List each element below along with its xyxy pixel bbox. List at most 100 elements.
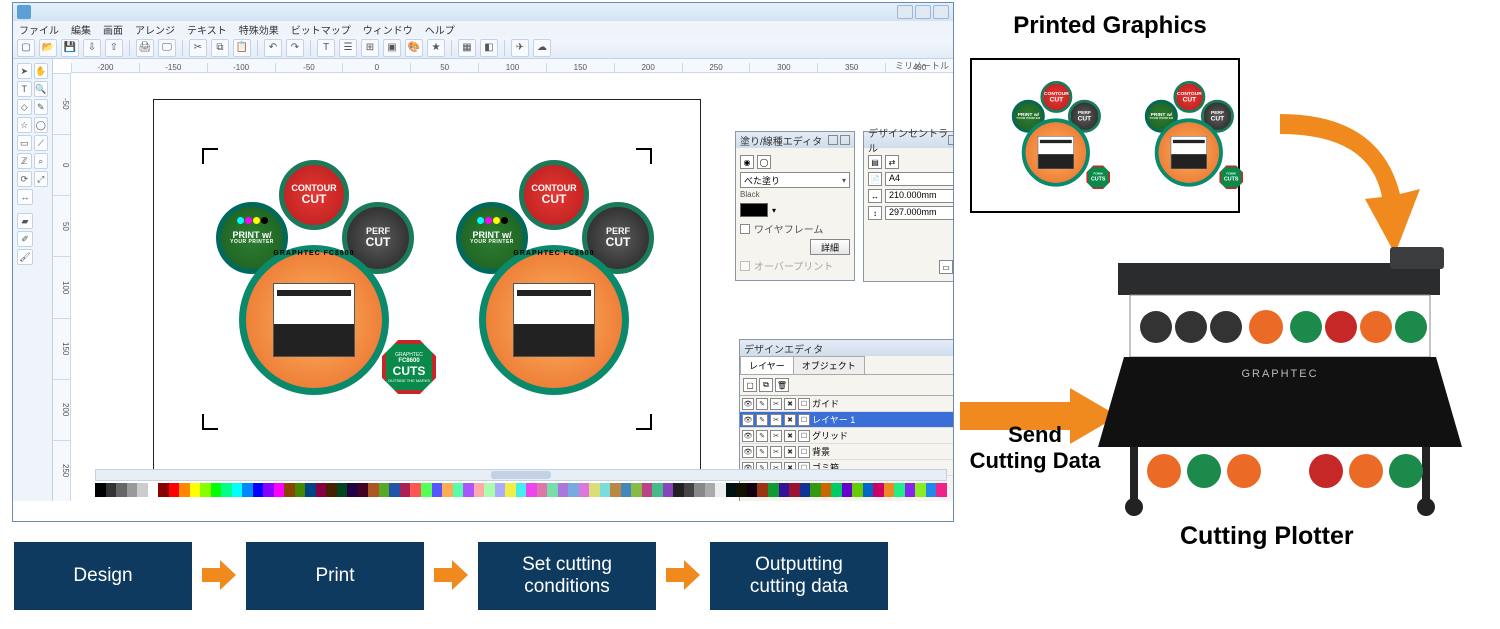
z-tool-icon[interactable]: ℤ [17,153,32,169]
pen-tool-icon[interactable]: ✎ [34,99,49,115]
cut-layer-icon[interactable]: ✖ [784,446,796,458]
fill-mode-select[interactable]: べた塗り [740,172,850,188]
export-icon[interactable]: ⇧ [105,39,123,57]
open-icon[interactable]: 📂 [39,39,57,57]
color-swatch[interactable] [316,483,327,497]
color-swatch[interactable] [305,483,316,497]
color-swatch[interactable] [631,483,642,497]
wireframe-checkbox[interactable] [740,224,750,234]
color-swatch[interactable] [253,483,264,497]
color-swatch[interactable] [800,483,811,497]
type-icon[interactable]: ☐ [798,446,810,458]
artwork-group[interactable]: CONTOUR CUT PRINT w/ YOUR PRINTER PERF C… [434,160,674,400]
text-palette-icon[interactable]: T [317,39,335,57]
color-swatch[interactable] [453,483,464,497]
color-swatch[interactable] [736,483,747,497]
color-swatch[interactable] [537,483,548,497]
height-field[interactable]: 297.000mm [885,206,953,220]
width-field[interactable]: 210.000mm [885,189,953,203]
color-swatch[interactable] [821,483,832,497]
color-swatch[interactable] [368,483,379,497]
color-swatch[interactable] [389,483,400,497]
panel-collapse-icon[interactable] [828,135,838,145]
color-swatch[interactable] [148,483,159,497]
color-swatch[interactable] [926,483,937,497]
redo-icon[interactable]: ↷ [286,39,304,57]
color-swatch[interactable] [852,483,863,497]
color-swatch[interactable] [232,483,243,497]
lock-icon[interactable]: ✎ [756,414,768,426]
color-swatch[interactable] [905,483,916,497]
color-swatch[interactable] [610,483,621,497]
print-layer-icon[interactable]: ✂ [770,446,782,458]
node-tool-icon[interactable]: ◇ [17,99,32,115]
close-button[interactable] [933,5,949,19]
color-swatch[interactable] [579,483,590,497]
star-tool-icon[interactable]: ★ [427,39,445,57]
color-swatch[interactable] [726,483,737,497]
lock-icon[interactable]: ✎ [756,430,768,442]
rect-tool-icon[interactable]: ▭ [17,135,32,151]
color-swatch[interactable] [747,483,758,497]
lock-icon[interactable]: ✎ [756,446,768,458]
fill-stroke-panel[interactable]: 塗り/線種エディタ ◉◯ べた塗り Black ▾ ワイヤフレーム 詳細 オーバ… [735,131,855,281]
color-swatch[interactable] [127,483,138,497]
type-icon[interactable]: ☐ [798,430,810,442]
eye-icon[interactable]: 👁 [742,446,754,458]
eye-icon[interactable]: 👁 [742,414,754,426]
import-icon[interactable]: ⇩ [83,39,101,57]
eyedrop-tool-icon[interactable]: ✐ [17,231,33,247]
color-swatch[interactable] [432,483,443,497]
color-swatch[interactable] [705,483,716,497]
new-layer-icon[interactable]: ▢ [743,378,757,392]
color-swatch[interactable] [358,483,369,497]
layer-row[interactable]: 👁 ✎ ✂ ✖ ☐ グリッド [740,428,953,444]
cut-layer-icon[interactable]: ✖ [784,430,796,442]
color-swatch[interactable] [169,483,180,497]
menu-item[interactable]: 特殊効果 [239,22,279,37]
minimize-button[interactable] [897,5,913,19]
color-swatch[interactable] [326,483,337,497]
color-swatch[interactable] [810,483,821,497]
print-layer-icon[interactable]: ✂ [770,430,782,442]
color-swatch[interactable] [873,483,884,497]
type-icon[interactable]: ☐ [798,414,810,426]
knife-tool-icon[interactable]: ⟋ [34,135,49,151]
panel-collapse-icon[interactable] [948,135,953,145]
group-icon[interactable]: ▣ [383,39,401,57]
color-swatch[interactable] [137,483,148,497]
scan-icon[interactable]: 🖵 [158,39,176,57]
cut-icon[interactable]: ✂ [189,39,207,57]
print-layer-icon[interactable]: ✂ [770,398,782,410]
panel-close-icon[interactable] [840,135,850,145]
circle-tool-icon[interactable]: ◯ [34,117,49,133]
color-swatch[interactable] [621,483,632,497]
menu-item[interactable]: 編集 [71,22,91,37]
color-swatch[interactable] [158,483,169,497]
color-swatch[interactable] [863,483,874,497]
color-swatch[interactable] [463,483,474,497]
details-button[interactable]: 詳細 [810,239,850,255]
paper-select[interactable]: A4 [885,172,953,186]
color-swatch[interactable] [568,483,579,497]
color-swatch[interactable] [505,483,516,497]
type-icon[interactable]: ☐ [798,398,810,410]
menu-item[interactable]: ヘルプ [425,22,455,37]
cut-layer-icon[interactable]: ✖ [784,398,796,410]
color-swatch[interactable] [421,483,432,497]
color-swatch[interactable] [684,483,695,497]
cloud-icon[interactable]: ☁ [533,39,551,57]
color-swatch[interactable] [337,483,348,497]
color-swatch[interactable] [757,483,768,497]
color-swatch[interactable] [347,483,358,497]
page-icon[interactable]: ▤ [868,155,882,169]
color-swatch[interactable] [211,483,222,497]
color-swatch[interactable] [740,203,768,217]
color-swatch[interactable] [284,483,295,497]
layer-row[interactable]: 👁 ✎ ✂ ✖ ☐ ガイド [740,396,953,412]
artwork-group[interactable]: CONTOUR CUT PRINT w/ YOUR PRINTER PERF C… [194,160,434,400]
stroke-icon[interactable]: ◯ [757,155,771,169]
tab-object[interactable]: オブジェクト [793,356,865,374]
color-swatch[interactable] [474,483,485,497]
color-swatch[interactable] [884,483,895,497]
